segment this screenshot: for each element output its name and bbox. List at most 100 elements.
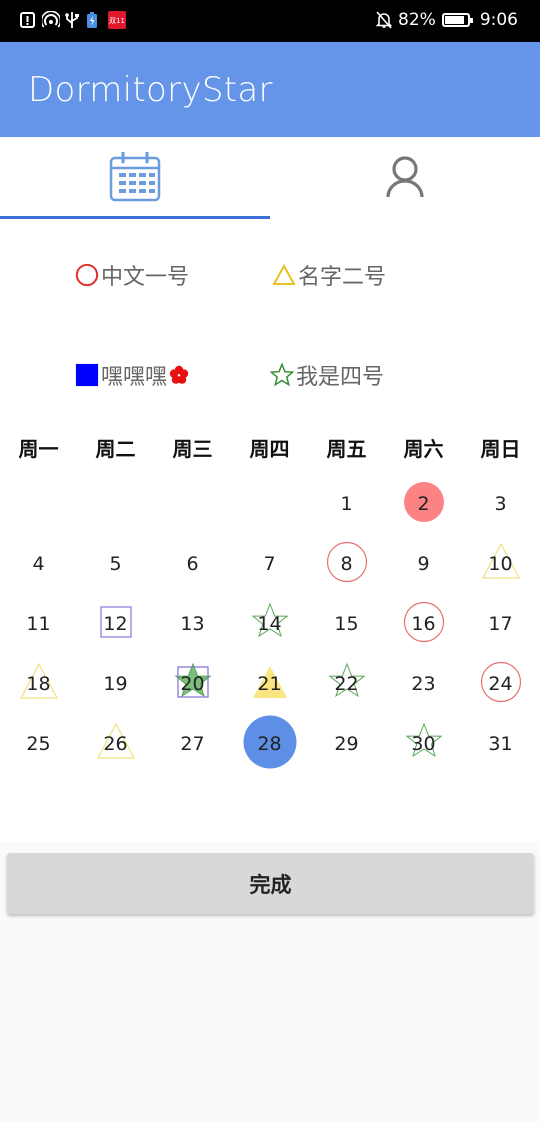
- legend-item-1[interactable]: 中文一号: [75, 259, 189, 291]
- alert-icon: [20, 11, 36, 29]
- day-number: 17: [488, 613, 513, 635]
- legend-item-2[interactable]: 名字二号: [272, 259, 386, 291]
- day-cell-6[interactable]: 6: [154, 534, 231, 594]
- day-cell-29[interactable]: 29: [308, 714, 385, 774]
- square-icon: [75, 363, 99, 387]
- day-number: 1: [340, 493, 353, 515]
- day-cell-19[interactable]: 19: [77, 654, 154, 714]
- done-button[interactable]: 完成: [7, 853, 534, 914]
- app-bar: DormitoryStar: [0, 42, 540, 137]
- day-number: 4: [32, 553, 45, 575]
- day-number: 29: [334, 733, 359, 755]
- day-cell-9[interactable]: 9: [385, 534, 462, 594]
- day-number: 3: [494, 493, 507, 515]
- day-cell-5[interactable]: 5: [77, 534, 154, 594]
- hotspot-icon: [40, 10, 62, 29]
- day-cell-25[interactable]: 25: [0, 714, 77, 774]
- day-number: 27: [180, 733, 205, 755]
- day-number: 26: [103, 733, 128, 755]
- weekday-mon: 周一: [18, 437, 59, 461]
- day-cell-30[interactable]: 30: [385, 714, 462, 774]
- day-cell-3[interactable]: 3: [462, 474, 539, 534]
- month-calendar: 周一 周二 周三 周四 周五 周六 周日 1 2 3 4 5 6 7 8 9 10 11 12 13 14…: [0, 416, 540, 842]
- day-number: 7: [263, 553, 276, 575]
- day-number: 16: [411, 613, 436, 635]
- weekday-tue: 周二: [95, 437, 136, 461]
- day-number: 12: [103, 613, 128, 635]
- day-number: 6: [186, 553, 199, 575]
- day-cell-27[interactable]: 27: [154, 714, 231, 774]
- day-cell-12[interactable]: 12: [77, 594, 154, 654]
- day-cell-2[interactable]: 2: [385, 474, 462, 534]
- app-notification-icon: 双11: [108, 11, 126, 29]
- day-number: 19: [103, 673, 128, 695]
- day-cell-13[interactable]: 13: [154, 594, 231, 654]
- day-cell-21[interactable]: 21: [231, 654, 308, 714]
- day-number: 13: [180, 613, 205, 635]
- battery-saver-icon: [86, 11, 102, 29]
- day-number: 11: [26, 613, 51, 635]
- clock: 9:06: [479, 10, 518, 30]
- day-number: 10: [488, 553, 513, 575]
- day-number: 14: [257, 613, 282, 635]
- flower-icon: [169, 365, 189, 385]
- day-cell-1[interactable]: 1: [308, 474, 385, 534]
- day-cell-7[interactable]: 7: [231, 534, 308, 594]
- day-cell-14[interactable]: 14: [231, 594, 308, 654]
- circle-icon: [75, 263, 99, 287]
- tab-calendar[interactable]: [0, 137, 270, 221]
- weekday-wed: 周三: [172, 437, 213, 461]
- day-cell-18[interactable]: 18: [0, 654, 77, 714]
- legend-item-4[interactable]: 我是四号: [270, 359, 384, 391]
- triangle-icon: [272, 263, 296, 287]
- day-number: 9: [417, 553, 430, 575]
- day-number: 21: [257, 673, 282, 695]
- legend-name: 嘿嘿嘿: [101, 365, 168, 390]
- day-number: 23: [411, 673, 436, 695]
- day-number: 25: [26, 733, 51, 755]
- usb-icon: [64, 11, 80, 29]
- tab-bar: [0, 137, 540, 221]
- day-cell-22[interactable]: 22: [308, 654, 385, 714]
- day-number: 28: [257, 733, 282, 755]
- day-cell-11[interactable]: 11: [0, 594, 77, 654]
- day-number: 30: [411, 733, 436, 755]
- day-cell-26[interactable]: 26: [77, 714, 154, 774]
- member-legend: 中文一号 名字二号 嘿嘿嘿 我是四号: [0, 221, 540, 416]
- legend-name: 中文一号: [101, 265, 190, 290]
- day-cell-15[interactable]: 15: [308, 594, 385, 654]
- weekday-sun: 周日: [480, 437, 521, 461]
- day-cell-8[interactable]: 8: [308, 534, 385, 594]
- legend-name: 名字二号: [298, 265, 387, 290]
- calendar-icon: [109, 151, 161, 206]
- person-icon: [385, 155, 425, 203]
- day-cell-4[interactable]: 4: [0, 534, 77, 594]
- day-cell-10[interactable]: 10: [462, 534, 539, 594]
- battery-percent: 82%: [398, 10, 436, 30]
- selected-tab-indicator: [0, 216, 270, 219]
- day-cell-31[interactable]: 31: [462, 714, 539, 774]
- weekday-thu: 周四: [249, 437, 290, 461]
- day-number: 15: [334, 613, 359, 635]
- day-number: 20: [180, 673, 205, 695]
- day-cell-28[interactable]: 28: [231, 714, 308, 774]
- day-number: 22: [334, 673, 359, 695]
- day-cell-24[interactable]: 24: [462, 654, 539, 714]
- svg-text:双11: 双11: [109, 17, 125, 25]
- day-cell-20[interactable]: 20: [154, 654, 231, 714]
- day-number: 31: [488, 733, 513, 755]
- day-cell-17[interactable]: 17: [462, 594, 539, 654]
- silent-icon: [375, 11, 393, 29]
- star-icon: [270, 362, 294, 387]
- tab-profile[interactable]: [270, 137, 540, 221]
- day-number: 8: [340, 553, 353, 575]
- weekday-fri: 周五: [326, 437, 367, 461]
- day-cell-23[interactable]: 23: [385, 654, 462, 714]
- day-number: 5: [109, 553, 122, 575]
- day-number: 24: [488, 673, 513, 695]
- legend-name: 我是四号: [296, 365, 385, 390]
- status-bar: 双11 82% 9:06: [0, 0, 540, 42]
- legend-item-3[interactable]: 嘿嘿嘿: [75, 359, 189, 391]
- day-cell-16[interactable]: 16: [385, 594, 462, 654]
- day-number: 2: [417, 493, 430, 515]
